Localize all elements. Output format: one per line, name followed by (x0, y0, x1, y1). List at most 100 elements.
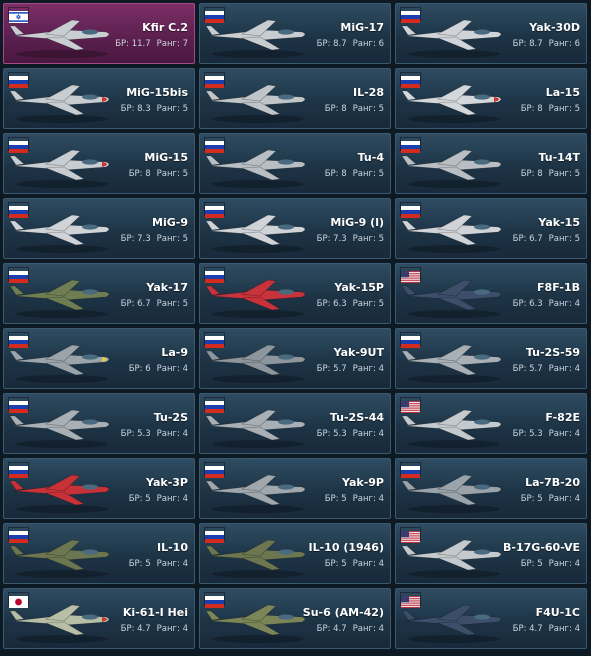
battle-rating: БР: 5.7 (512, 364, 543, 374)
vehicle-card[interactable]: MiG-9 (l) БР: 7.3 Ранг: 5 (199, 198, 391, 259)
vehicle-name: Yak-9P (342, 476, 384, 489)
battle-rating: БР: 8 (324, 104, 347, 114)
vehicle-name: Kfir C.2 (142, 21, 188, 34)
vehicle-card[interactable]: F8F-1B БР: 6.3 Ранг: 4 (395, 263, 587, 324)
battle-rating: БР: 6.3 (512, 299, 543, 309)
vehicle-card[interactable]: Yak-9P БР: 5 Ранг: 4 (199, 458, 391, 519)
vehicle-name: MiG-9 (152, 216, 188, 229)
vehicle-card[interactable]: Yak-30D БР: 8.7 Ранг: 6 (395, 3, 587, 64)
vehicle-name: MiG-17 (340, 21, 384, 34)
vehicle-stats: БР: 8 Ранг: 5 (325, 169, 384, 179)
aircraft-icon (6, 270, 118, 320)
vehicle-name: F4U-1C (535, 606, 580, 619)
vehicle-rank: Ранг: 4 (156, 624, 188, 634)
vehicle-card[interactable]: La-15 БР: 8 Ранг: 5 (395, 68, 587, 129)
vehicle-stats: БР: 5 Ранг: 4 (129, 494, 188, 504)
vehicle-stats: БР: 4.7 Ранг: 4 (317, 624, 384, 634)
vehicle-rank: Ранг: 5 (156, 169, 188, 179)
aircraft-icon (398, 465, 510, 515)
vehicle-name: Tu-4 (357, 151, 384, 164)
vehicle-card[interactable]: Tu-2S-59 БР: 5.7 Ранг: 4 (395, 328, 587, 389)
vehicle-card[interactable]: IL-10 БР: 5 Ранг: 4 (3, 523, 195, 584)
vehicle-name: La-9 (161, 346, 188, 359)
vehicle-card[interactable]: MiG-9 БР: 7.3 Ранг: 5 (3, 198, 195, 259)
vehicle-card[interactable]: La-9 БР: 6 Ранг: 4 (3, 328, 195, 389)
vehicle-card[interactable]: MiG-17 БР: 8.7 Ранг: 6 (199, 3, 391, 64)
vehicle-card[interactable]: Yak-9UT БР: 5.7 Ранг: 4 (199, 328, 391, 389)
vehicle-rank: Ранг: 4 (548, 624, 580, 634)
aircraft-icon (398, 10, 510, 60)
battle-rating: БР: 5.7 (316, 364, 347, 374)
vehicle-name: Yak-17 (146, 281, 188, 294)
aircraft-icon (202, 10, 314, 60)
vehicle-stats: БР: 5.7 Ранг: 4 (317, 364, 384, 374)
vehicle-card[interactable]: F-82E БР: 5.3 Ранг: 4 (395, 393, 587, 454)
vehicle-card[interactable]: Yak-15P БР: 6.3 Ранг: 5 (199, 263, 391, 324)
battle-rating: БР: 8 (520, 169, 543, 179)
vehicle-research-grid: Kfir C.2 БР: 11.7 Ранг: 7 MiG-17 БР: 8.7 Р… (3, 3, 587, 649)
vehicle-stats: БР: 4.7 Ранг: 4 (513, 624, 580, 634)
vehicle-card[interactable]: F4U-1C БР: 4.7 Ранг: 4 (395, 588, 587, 649)
battle-rating: БР: 4.7 (512, 624, 543, 634)
vehicle-stats: БР: 6.3 Ранг: 4 (513, 299, 580, 309)
battle-rating: БР: 8.3 (120, 104, 151, 114)
aircraft-icon (398, 335, 510, 385)
vehicle-card[interactable]: Tu-2S БР: 5.3 Ранг: 4 (3, 393, 195, 454)
aircraft-icon (398, 75, 510, 125)
vehicle-name: IL-10 (1946) (308, 541, 384, 554)
vehicle-card[interactable]: Tu-2S-44 БР: 5.3 Ранг: 4 (199, 393, 391, 454)
vehicle-card[interactable]: IL-10 (1946) БР: 5 Ранг: 4 (199, 523, 391, 584)
vehicle-stats: БР: 5 Ранг: 4 (129, 559, 188, 569)
vehicle-card[interactable]: Yak-3P БР: 5 Ранг: 4 (3, 458, 195, 519)
vehicle-stats: БР: 8 Ранг: 5 (325, 104, 384, 114)
vehicle-rank: Ранг: 5 (548, 234, 580, 244)
vehicle-card[interactable]: MiG-15bis БР: 8.3 Ранг: 5 (3, 68, 195, 129)
vehicle-rank: Ранг: 4 (352, 494, 384, 504)
battle-rating: БР: 5 (520, 559, 543, 569)
vehicle-name: MiG-15 (144, 151, 188, 164)
vehicle-name: Tu-2S (153, 411, 188, 424)
vehicle-name: La-15 (545, 86, 580, 99)
aircraft-icon (202, 205, 314, 255)
aircraft-icon (202, 400, 314, 450)
battle-rating: БР: 8 (324, 169, 347, 179)
vehicle-rank: Ранг: 6 (352, 39, 384, 49)
vehicle-rank: Ранг: 5 (156, 299, 188, 309)
battle-rating: БР: 6.7 (120, 299, 151, 309)
vehicle-card[interactable]: Yak-15 БР: 6.7 Ранг: 5 (395, 198, 587, 259)
vehicle-rank: Ранг: 4 (156, 364, 188, 374)
vehicle-card[interactable]: Kfir C.2 БР: 11.7 Ранг: 7 (3, 3, 195, 64)
vehicle-rank: Ранг: 7 (156, 39, 188, 49)
battle-rating: БР: 5 (520, 494, 543, 504)
vehicle-card[interactable]: La-7B-20 БР: 5 Ранг: 4 (395, 458, 587, 519)
vehicle-card[interactable]: Su-6 (AM-42) БР: 4.7 Ранг: 4 (199, 588, 391, 649)
vehicle-card[interactable]: Ki-61-I Hei БР: 4.7 Ранг: 4 (3, 588, 195, 649)
vehicle-name: F8F-1B (537, 281, 580, 294)
vehicle-stats: БР: 4.7 Ранг: 4 (121, 624, 188, 634)
aircraft-icon (398, 530, 510, 580)
vehicle-name: IL-28 (353, 86, 384, 99)
aircraft-icon (6, 205, 118, 255)
vehicle-stats: БР: 11.7 Ранг: 7 (115, 39, 188, 49)
vehicle-stats: БР: 7.3 Ранг: 5 (317, 234, 384, 244)
vehicle-stats: БР: 6.7 Ранг: 5 (121, 299, 188, 309)
vehicle-card[interactable]: B-17G-60-VE БР: 5 Ранг: 4 (395, 523, 587, 584)
vehicle-card[interactable]: Tu-14T БР: 8 Ранг: 5 (395, 133, 587, 194)
battle-rating: БР: 8 (520, 104, 543, 114)
vehicle-card[interactable]: IL-28 БР: 8 Ранг: 5 (199, 68, 391, 129)
vehicle-name: Yak-3P (146, 476, 188, 489)
vehicle-card[interactable]: MiG-15 БР: 8 Ранг: 5 (3, 133, 195, 194)
battle-rating: БР: 6.3 (316, 299, 347, 309)
aircraft-icon (6, 400, 118, 450)
vehicle-stats: БР: 5 Ранг: 4 (325, 494, 384, 504)
aircraft-icon (6, 465, 118, 515)
battle-rating: БР: 5 (128, 494, 151, 504)
vehicle-card[interactable]: Tu-4 БР: 8 Ранг: 5 (199, 133, 391, 194)
vehicle-card[interactable]: Yak-17 БР: 6.7 Ранг: 5 (3, 263, 195, 324)
vehicle-name: MiG-9 (l) (330, 216, 384, 229)
battle-rating: БР: 4.7 (120, 624, 151, 634)
aircraft-icon (398, 595, 510, 645)
aircraft-icon (6, 140, 118, 190)
vehicle-stats: БР: 8.3 Ранг: 5 (121, 104, 188, 114)
battle-rating: БР: 5.3 (512, 429, 543, 439)
